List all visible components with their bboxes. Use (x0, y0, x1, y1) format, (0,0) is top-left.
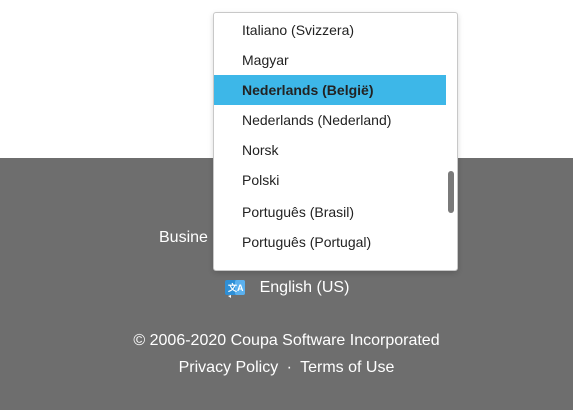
language-label[interactable]: English (US) (260, 279, 350, 297)
language-option[interactable]: Nederlands (Nederland) (214, 105, 446, 135)
link-separator: · (286, 359, 292, 376)
copyright-text: © 2006-2020 Coupa Software Incorporated (133, 332, 440, 349)
svg-text:A: A (237, 283, 244, 293)
language-option[interactable]: Polski (214, 165, 446, 195)
language-option[interactable]: Italiano (Svizzera) (214, 15, 446, 45)
scrollbar-thumb[interactable] (448, 171, 454, 213)
language-option[interactable]: Norsk (214, 135, 446, 165)
terms-of-use-link[interactable]: Terms of Use (300, 359, 394, 376)
translate-icon: 文 A (224, 277, 246, 299)
language-option-selected[interactable]: Nederlands (België) (214, 75, 446, 105)
dropdown-scrollbar[interactable] (446, 13, 456, 270)
language-option[interactable]: Magyar (214, 45, 446, 75)
language-selector[interactable]: 文 A English (US) (0, 277, 573, 299)
language-option[interactable]: Português (Brasil) (214, 197, 446, 227)
footer-links: Privacy Policy · Terms of Use (0, 359, 573, 377)
business-link-partial[interactable]: Busine (159, 229, 208, 247)
privacy-policy-link[interactable]: Privacy Policy (179, 359, 279, 376)
language-option[interactable]: Português (Portugal) (214, 227, 446, 257)
language-dropdown[interactable]: Italiano (Svizzera) Magyar Nederlands (B… (213, 12, 458, 271)
